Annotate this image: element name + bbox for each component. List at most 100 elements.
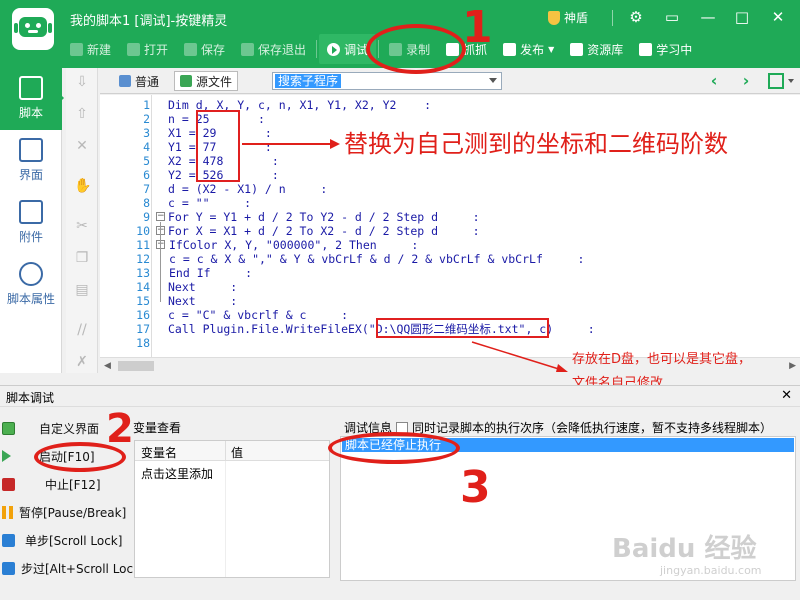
scroll-left-icon[interactable]: ◀: [104, 361, 111, 371]
variable-table-header: 变量名 值: [135, 441, 329, 461]
nav-label: 脚本: [18, 106, 43, 120]
learn-label: 学习中: [656, 42, 693, 57]
cut-icon[interactable]: ✂: [74, 218, 90, 234]
step-over-icon: [2, 561, 15, 575]
hand-icon[interactable]: ✋: [74, 178, 91, 194]
save-exit-button[interactable]: 保存退出: [233, 34, 314, 64]
line-number: 8: [143, 196, 150, 210]
learn-button[interactable]: 学习中: [631, 34, 700, 64]
column-divider: [225, 441, 226, 461]
tab-normal[interactable]: 普通: [114, 71, 164, 91]
scrollbar-thumb[interactable]: [118, 361, 154, 371]
previous-arrow-icon[interactable]: ‹: [704, 71, 724, 91]
step-number-2: 2: [106, 406, 134, 452]
code-line[interactable]: End If :: [169, 266, 252, 280]
left-nav: 脚本 界面 附件 脚本属性: [0, 68, 64, 384]
code-line[interactable]: Next :: [168, 280, 237, 294]
add-variable-row[interactable]: 点击这里添加: [141, 465, 213, 482]
copy-icon[interactable]: ❐: [74, 250, 90, 266]
code-line[interactable]: For Y = Y1 + d / 2 To Y2 - d / 2 Step d …: [168, 210, 480, 224]
line-number: 3: [143, 126, 150, 140]
pause-label: 暂停[Pause/Break]: [19, 505, 127, 520]
debug-button-highlight: [366, 24, 466, 74]
code-line[interactable]: c = "C" & vbcrlf & c :: [168, 308, 348, 322]
stop-icon: [2, 477, 15, 491]
code-line[interactable]: For X = X1 + d / 2 To X2 - d / 2 Step d …: [168, 224, 480, 238]
editor-tab-bar: 普通 源文件 搜索子程序 ‹ ›: [100, 68, 800, 94]
line-number: 16: [136, 308, 150, 322]
code-line[interactable]: IfColor X, Y, "000000", 2 Then :: [169, 238, 418, 252]
chevron-down-icon[interactable]: [788, 79, 794, 83]
code-line[interactable]: c = c & X & "," & Y & vbCrLf & d / 2 & v…: [169, 252, 584, 266]
script-icon: [19, 76, 43, 100]
next-arrow-icon[interactable]: ›: [736, 71, 756, 91]
tab-source-label: 源文件: [196, 74, 233, 89]
step-number-1: 1: [462, 2, 493, 53]
code-line[interactable]: d = (X2 - X1) / n :: [168, 182, 327, 196]
nav-label: 附件: [18, 230, 43, 244]
open-button[interactable]: 打开: [119, 34, 176, 64]
save-button[interactable]: 保存: [176, 34, 233, 64]
procedure-search-select[interactable]: 搜索子程序: [272, 72, 502, 90]
custom-ui-icon: [2, 421, 15, 435]
uncomment-icon[interactable]: ✗: [74, 354, 90, 370]
publish-button[interactable]: 发布 ▼: [495, 34, 562, 64]
custom-ui-button[interactable]: 自定义界面: [2, 416, 99, 440]
line-number: 11: [136, 238, 150, 252]
code-line[interactable]: c = "" :: [168, 196, 251, 210]
scroll-right-icon[interactable]: ▶: [789, 361, 796, 371]
watermark-url: jingyan.baidu.com: [660, 564, 762, 577]
nav-item-attachment[interactable]: 附件: [0, 192, 62, 254]
minimize-icon[interactable]: ▭: [660, 6, 684, 28]
tab-source[interactable]: 源文件: [174, 71, 239, 91]
line-number: 7: [143, 182, 150, 196]
variable-table[interactable]: 变量名 值 点击这里添加: [134, 440, 330, 578]
toolbar-divider: [316, 40, 318, 58]
resources-button[interactable]: 资源库: [562, 34, 631, 64]
stop-button[interactable]: 中止[F12]: [2, 472, 101, 496]
step-over-button[interactable]: 步过[Alt+Scroll Lock]: [2, 556, 145, 580]
pause-button[interactable]: 暂停[Pause/Break]: [2, 500, 126, 524]
delete-icon[interactable]: ✕: [74, 138, 90, 154]
column-variable-name: 变量名: [141, 446, 178, 460]
line-number: 12: [136, 252, 150, 266]
debug-panel-header: 脚本调试 ✕: [0, 385, 800, 407]
comment-icon[interactable]: //: [74, 322, 90, 338]
window-title: 我的脚本1 [调试]-按键精灵: [70, 14, 228, 29]
shendun-label: 神盾: [564, 11, 589, 25]
column-value: 值: [231, 446, 244, 460]
step-button[interactable]: 单步[Scroll Lock]: [2, 528, 122, 552]
source-view-icon: [180, 75, 192, 87]
variable-view-title: 变量查看: [133, 421, 182, 435]
coordinates-highlight-box: [196, 110, 240, 182]
nav-item-script-properties[interactable]: 脚本属性: [0, 254, 62, 316]
nav-label: 脚本属性: [6, 292, 55, 306]
info-icon: [19, 262, 43, 286]
save-icon: [184, 42, 198, 56]
move-down-icon[interactable]: ⇩: [74, 74, 90, 90]
column-divider: [225, 461, 226, 577]
gear-icon[interactable]: ⚙: [624, 6, 648, 28]
code-line[interactable]: Next :: [168, 294, 237, 308]
step-number-3: 3: [460, 462, 491, 513]
nav-item-ui[interactable]: 界面: [0, 130, 62, 192]
editor-side-tools: ⇩ ⇧ ✕ ✋ ✂ ❐ ▤ // ✗: [66, 68, 98, 378]
open-label: 打开: [144, 42, 169, 57]
record-order-label: 同时记录脚本的执行次序（会降低执行速度，暂不支持多线程脚本）: [412, 421, 773, 435]
nav-item-script[interactable]: 脚本: [0, 68, 62, 130]
close-icon[interactable]: ✕: [766, 6, 790, 28]
shendun-button[interactable]: 神盾: [548, 9, 588, 26]
fold-toggle-icon[interactable]: −: [156, 212, 165, 221]
layout-grid-icon[interactable]: [768, 73, 784, 89]
normal-view-icon: [119, 75, 131, 87]
app-logo-icon: [12, 8, 54, 50]
new-button[interactable]: 新建: [62, 34, 119, 64]
paste-icon[interactable]: ▤: [74, 282, 90, 298]
move-up-icon[interactable]: ⇧: [74, 106, 90, 122]
maximize-icon[interactable]: □: [730, 6, 754, 28]
annotation-arrow: [471, 341, 568, 372]
line-number: 9: [143, 210, 150, 224]
close-icon[interactable]: ✕: [781, 388, 792, 403]
folder-icon: [127, 42, 141, 56]
minimize-button-icon[interactable]: —: [696, 6, 720, 28]
